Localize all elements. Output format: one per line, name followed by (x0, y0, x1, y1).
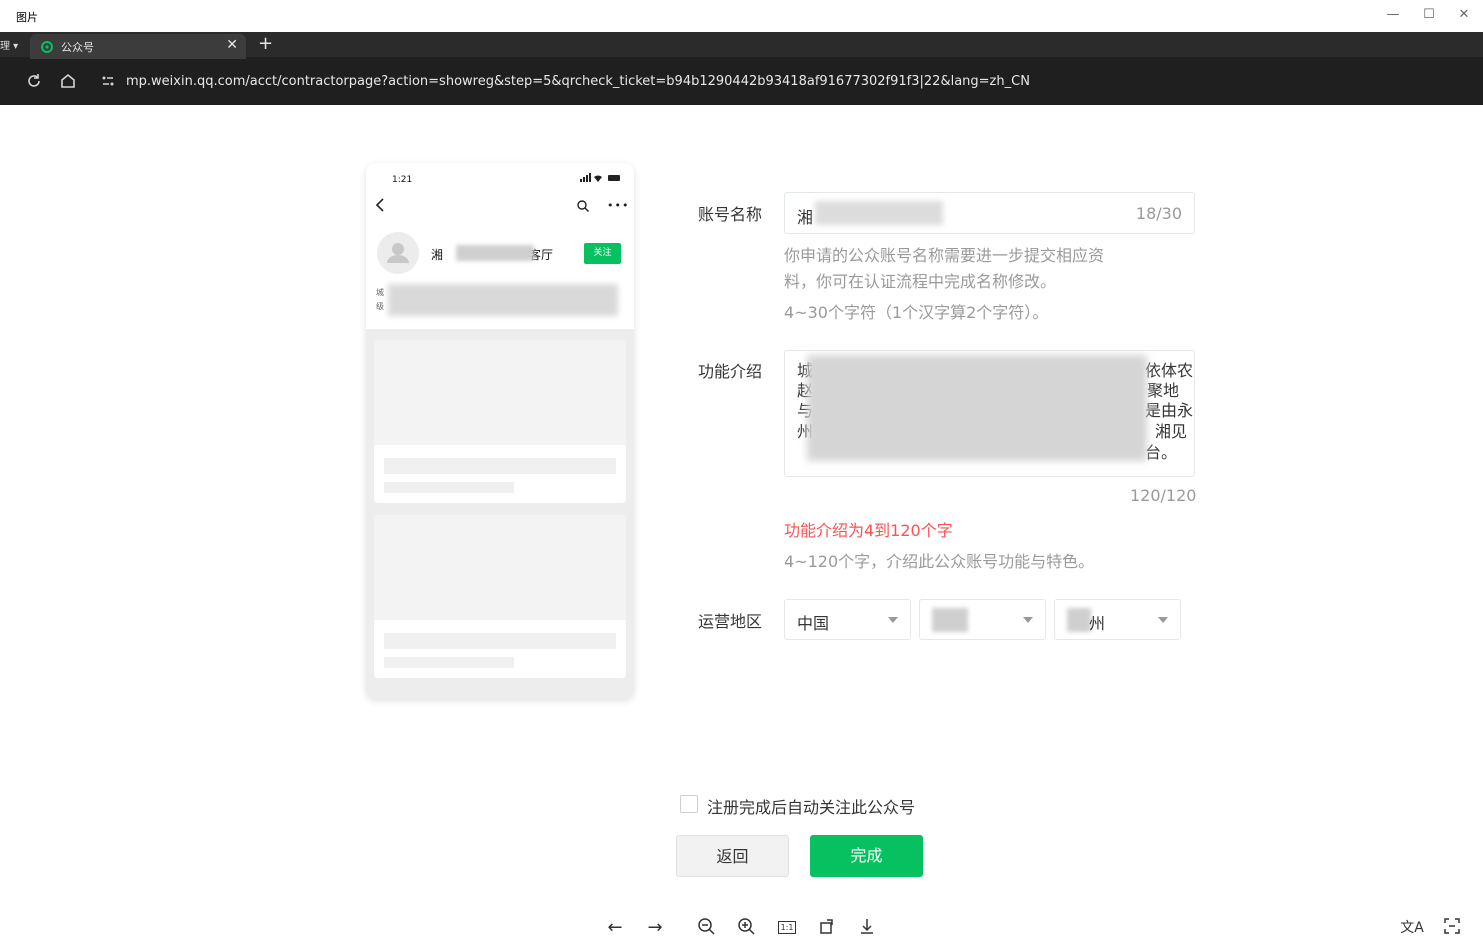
chevron-down-icon (888, 617, 898, 623)
zoom-out-icon[interactable] (694, 916, 718, 940)
download-icon[interactable] (855, 916, 879, 940)
preview-desc-line2: 级 (376, 302, 384, 311)
redacted-intro (807, 355, 1147, 461)
done-button[interactable]: 完成 (810, 835, 923, 877)
account-name-counter: 18/30 (1135, 204, 1182, 223)
back-button[interactable]: 返回 (676, 835, 789, 877)
chevron-down-icon (1023, 617, 1033, 623)
account-name-label: 账号名称 (698, 205, 763, 224)
chevron-down-icon (1158, 617, 1168, 623)
browser-chrome: 理 ▾ 公众号 ✕ + mp.weixin.qq.com/acct/contra… (0, 32, 1483, 105)
actual-size-icon[interactable]: 1:1 (775, 916, 799, 940)
preview-header: 1:21 ••• 湘客厅 关注 城 级 (366, 163, 634, 329)
city-select[interactable]: 州 (1054, 599, 1181, 640)
redacted-city (1067, 608, 1091, 632)
account-name-input[interactable]: 湘 18/30 (784, 192, 1195, 234)
reload-icon[interactable] (24, 71, 44, 91)
intro-error: 功能介绍为4到120个字 (784, 521, 953, 540)
auto-follow-label[interactable]: 注册完成后自动关注此公众号 (707, 794, 915, 818)
site-settings-icon[interactable] (98, 71, 118, 91)
close-icon[interactable]: ✕ (1453, 4, 1475, 26)
redacted-description (388, 284, 618, 316)
province-select[interactable] (919, 599, 1046, 640)
preview-follow-button: 关注 (584, 243, 621, 264)
translate-icon[interactable]: 文A (1400, 916, 1424, 940)
article-line-placeholder (384, 657, 514, 668)
phone-preview: 1:21 ••• 湘客厅 关注 城 级 (366, 163, 634, 699)
intro-hint: 4~120个字，介绍此公众账号功能与特色。 (784, 552, 1095, 571)
minimize-icon[interactable]: — (1382, 4, 1404, 26)
address-bar-row: mp.weixin.qq.com/acct/contractorpage?act… (0, 59, 1483, 105)
text-extract-icon[interactable] (1440, 916, 1464, 940)
intro-label: 功能介绍 (698, 362, 763, 381)
intro-text: 台。 (1145, 443, 1178, 462)
more-icon: ••• (607, 199, 630, 212)
back-icon (375, 198, 384, 212)
avatar (377, 232, 419, 274)
intro-counter: 120/120 (1130, 486, 1197, 505)
article-image-placeholder (374, 515, 626, 620)
search-icon (577, 200, 589, 212)
viewer-titlebar: 图片 — ☐ ✕ (0, 0, 1483, 32)
zoom-in-icon[interactable] (734, 916, 758, 940)
preview-desc-line1: 城 (376, 288, 384, 297)
redacted-province (932, 608, 968, 632)
rotate-icon[interactable] (815, 916, 839, 940)
tab-close-icon[interactable]: ✕ (226, 37, 238, 53)
avatar-placeholder-icon (387, 243, 409, 263)
tab-strip: 理 ▾ 公众号 ✕ + (0, 32, 1483, 60)
city-value: 州 (1089, 614, 1106, 633)
account-name-hint: 你申请的公众账号名称需要进一步提交相应资 (784, 246, 1105, 265)
country-select[interactable]: 中国 (784, 599, 911, 640)
auto-follow-checkbox[interactable] (680, 795, 698, 813)
viewer-title: 图片 (16, 11, 38, 24)
maximize-icon[interactable]: ☐ (1418, 4, 1440, 26)
redacted-name (456, 245, 534, 261)
account-name-rule: 4~30个字符（1个汉字算2个字符）。 (784, 303, 1049, 322)
tab-title: 公众号 (61, 41, 94, 54)
redacted-name (815, 201, 943, 225)
url-field[interactable]: mp.weixin.qq.com/acct/contractorpage?act… (126, 74, 1030, 89)
home-icon[interactable] (58, 71, 78, 91)
tab-active[interactable]: 公众号 ✕ (30, 34, 246, 60)
status-bar-icons (580, 173, 620, 182)
article-line-placeholder (384, 458, 616, 474)
arrow-right-icon[interactable]: → (643, 916, 667, 940)
intro-textarea[interactable]: 城 赵 与 州 依体农 聚地 是由永 湘见 台。 (784, 350, 1195, 477)
country-value: 中国 (797, 614, 830, 633)
preview-time: 1:21 (392, 175, 413, 185)
article-line-placeholder (384, 633, 616, 649)
account-name-value: 湘 (797, 208, 814, 227)
preview-article-card (374, 340, 626, 503)
new-tab-button[interactable]: + (258, 33, 273, 54)
region-label: 运营地区 (698, 612, 763, 631)
article-line-placeholder (384, 482, 514, 493)
account-name-hint: 料，你可在认证流程中完成名称修改。 (784, 272, 1057, 291)
wechat-mp-icon (41, 41, 53, 53)
preview-article-card (374, 515, 626, 678)
article-image-placeholder (374, 340, 626, 445)
arrow-left-icon[interactable]: ← (603, 916, 627, 940)
previous-tab[interactable]: 理 ▾ (0, 37, 18, 52)
